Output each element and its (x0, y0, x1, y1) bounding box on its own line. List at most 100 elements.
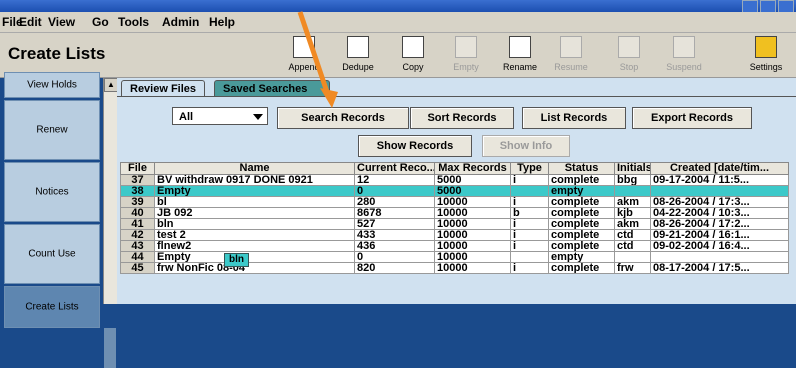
table-cell: b (510, 207, 549, 219)
table-row[interactable]: 38 Empty 0 5000 empty (120, 185, 789, 197)
menu-help[interactable]: Help (209, 15, 235, 29)
append-icon (293, 36, 315, 58)
sidebar-item-notices[interactable]: Notices (4, 162, 100, 222)
table-cell: 10000 (434, 207, 511, 219)
show-info-button[interactable]: Show Info (482, 135, 570, 157)
column-header[interactable]: Created [date/tim... (650, 162, 789, 175)
menu-go[interactable]: Go (92, 15, 109, 29)
table-cell: 436 (354, 240, 435, 252)
menu-admin[interactable]: Admin (162, 15, 199, 29)
list-records-button[interactable]: List Records (522, 107, 626, 129)
column-header[interactable]: Status (548, 162, 615, 175)
table-row[interactable]: 45 frw NonFic 08-04 820 10000 i complete frw 08… (120, 262, 789, 274)
table-cell: 40 (120, 207, 155, 219)
sidebar-item-label: Renew (36, 124, 68, 136)
table-cell: complete (548, 207, 615, 219)
rename-icon (509, 36, 531, 58)
resume-icon (560, 36, 582, 58)
filter-value: All (179, 111, 194, 123)
column-header[interactable]: Current Reco... (354, 162, 435, 175)
resume-label: Resume (554, 62, 588, 72)
table-cell: 5000 (434, 185, 511, 197)
table-cell: akm (614, 218, 651, 230)
table-cell: i (510, 229, 549, 241)
suspend-button[interactable]: Suspend (656, 36, 712, 76)
table-cell: complete (548, 218, 615, 230)
search-records-button[interactable]: Search Records (277, 107, 409, 129)
table-row[interactable]: 39 bl 280 10000 i complete akm 08-26-2004 / 17:… (120, 196, 789, 208)
table-cell: ctd (614, 240, 651, 252)
table-cell: BV withdraw 0917 DONE 0921 (154, 174, 355, 186)
table-cell: akm (614, 196, 651, 208)
app-title: Create Lists (8, 44, 106, 63)
table-cell (650, 251, 789, 263)
sidebar-item-label: Notices (35, 186, 69, 198)
table-cell: 0 (354, 251, 435, 263)
table-cell (510, 251, 549, 263)
sidebar-item-renew[interactable]: Renew (4, 100, 100, 160)
append-label: Append (288, 62, 320, 72)
table-cell (650, 185, 789, 197)
table-cell: 527 (354, 218, 435, 230)
menu-view[interactable]: View (48, 15, 75, 29)
column-header[interactable]: Initials (614, 162, 651, 175)
append-button[interactable]: Append (276, 36, 332, 76)
table-cell (614, 185, 651, 197)
menu-edit[interactable]: Edit (19, 15, 42, 29)
table-cell: JB 092 (154, 207, 355, 219)
export-records-button[interactable]: Export Records (632, 107, 752, 129)
table-cell: i (510, 218, 549, 230)
sort-records-button[interactable]: Sort Records (410, 107, 514, 129)
scroll-up-icon[interactable]: ▲ (104, 78, 118, 92)
sidebar-item-view-holds[interactable]: View Holds (4, 72, 100, 98)
table-cell: 38 (120, 185, 155, 197)
sidebar-item-label: Create Lists (25, 301, 79, 313)
table-row[interactable]: 43 flnew2 436 10000 i complete ctd 09-02-2004 /… (120, 240, 789, 252)
rename-button[interactable]: Rename (492, 36, 548, 76)
suspend-label: Suspend (666, 62, 702, 72)
sidebar-item-count-use[interactable]: Count Use (4, 224, 100, 284)
menu-tools[interactable]: Tools (118, 15, 149, 29)
table-row[interactable]: 41 bln 527 10000 i complete akm 08-26-2004 / 17… (120, 218, 789, 230)
stop-button[interactable]: Stop (601, 36, 657, 76)
sidebar-scrollbar[interactable]: ▲ (103, 78, 118, 368)
table-row[interactable]: 42 test 2 433 10000 i complete ctd 09-21-2004 /… (120, 229, 789, 241)
table-header-row: File Name Current Reco... Max Records Type St… (120, 162, 789, 175)
empty-label: Empty (453, 62, 479, 72)
sidebar-item-create-lists[interactable]: Create Lists (4, 286, 100, 328)
resume-button[interactable]: Resume (543, 36, 599, 76)
table-cell: empty (548, 185, 615, 197)
table-cell: 10000 (434, 251, 511, 263)
table-cell: frw (614, 262, 651, 274)
table-cell: flnew2 (154, 240, 355, 252)
column-header[interactable]: Type (510, 162, 549, 175)
table-cell: bbg (614, 174, 651, 186)
table-row[interactable]: 37 BV withdraw 0917 DONE 0921 12 5000 i compl… (120, 174, 789, 186)
copy-button[interactable]: Copy (385, 36, 441, 76)
table-cell: 12 (354, 174, 435, 186)
rename-label: Rename (502, 62, 538, 72)
filter-select[interactable]: All (172, 107, 268, 125)
table-cell: complete (548, 174, 615, 186)
toolbar: Create Lists Append Dedupe Copy Empty Re… (0, 33, 796, 78)
table-cell: Empty (154, 185, 355, 197)
table-cell: i (510, 240, 549, 252)
column-header[interactable]: Name (154, 162, 355, 175)
table-row[interactable]: 40 JB 092 8678 10000 b complete kjb 04-22-2004 … (120, 207, 789, 219)
table-cell: 820 (354, 262, 435, 274)
table-cell: complete (548, 196, 615, 208)
scroll-thumb[interactable] (104, 328, 116, 368)
sidebar-item-label: Count Use (28, 248, 76, 260)
show-records-button[interactable]: Show Records (358, 135, 472, 157)
table-cell: 280 (354, 196, 435, 208)
empty-button[interactable]: Empty (438, 36, 494, 76)
dedupe-button[interactable]: Dedupe (330, 36, 386, 76)
table-row[interactable]: 44 Empty 0 10000 empty (120, 251, 789, 263)
table-cell: 09-21-2004 / 16:1... (650, 229, 789, 241)
column-header[interactable]: Max Records (434, 162, 511, 175)
column-header[interactable]: File (120, 162, 155, 175)
stop-label: Stop (619, 62, 639, 72)
stop-icon (618, 36, 640, 58)
dedupe-label: Dedupe (342, 62, 374, 72)
settings-button[interactable]: Settings (738, 36, 794, 76)
